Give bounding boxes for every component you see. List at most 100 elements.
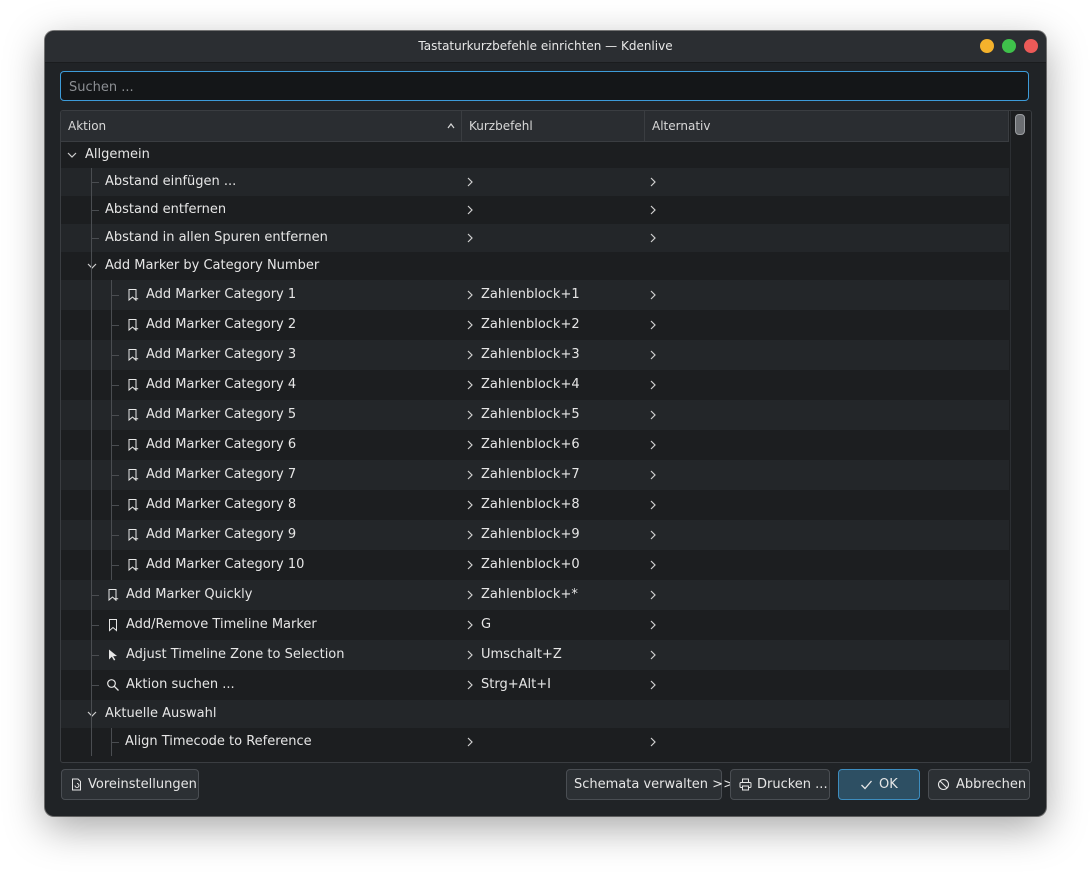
tree-row[interactable]: Add/Remove Timeline Marker G <box>61 610 1009 640</box>
alternative-chevron-icon[interactable] <box>649 620 657 630</box>
tree-row[interactable]: Abstand in allen Spuren entfernen <box>61 224 1009 252</box>
shortcut-value[interactable]: Zahlenblock+5 <box>481 400 580 430</box>
alternative-chevron-icon[interactable] <box>649 530 657 540</box>
column-header-action[interactable]: Aktion <box>61 111 462 141</box>
tree-row-label: Add Marker Category 4 <box>146 377 297 392</box>
shortcut-chevron-icon[interactable] <box>466 320 474 330</box>
bookmark-add-icon <box>128 469 139 482</box>
vertical-scrollbar[interactable] <box>1010 111 1031 762</box>
shortcut-chevron-icon[interactable] <box>466 177 474 187</box>
shortcut-value[interactable]: Zahlenblock+3 <box>481 340 580 370</box>
tree-branch-line <box>111 445 119 446</box>
column-header-alternative[interactable]: Alternativ <box>645 111 1009 141</box>
close-button[interactable] <box>1024 39 1038 53</box>
shortcut-chevron-icon[interactable] <box>466 470 474 480</box>
shortcut-value[interactable]: Zahlenblock+4 <box>481 370 580 400</box>
shortcut-value[interactable]: Zahlenblock+9 <box>481 520 580 550</box>
shortcut-chevron-icon[interactable] <box>466 233 474 243</box>
shortcut-value[interactable]: Zahlenblock+1 <box>481 280 580 310</box>
sort-ascending-icon <box>447 123 455 129</box>
title-bar: Tastaturkurzbefehle einrichten — Kdenliv… <box>45 31 1046 63</box>
tree-row[interactable]: Add Marker Category 8 Zahlenblock+8 <box>61 490 1009 520</box>
expand-chevron-icon[interactable] <box>87 261 97 271</box>
tree-row[interactable]: Abstand einfügen ... <box>61 168 1009 196</box>
tree-group-row[interactable]: Add Marker by Category Number <box>61 252 1009 280</box>
alternative-chevron-icon[interactable] <box>649 205 657 215</box>
tree-group-row[interactable]: Allgemein <box>61 142 1009 168</box>
bookmark-add-icon <box>128 499 139 512</box>
tree-row[interactable]: Add Marker Category 5 Zahlenblock+5 <box>61 400 1009 430</box>
shortcut-chevron-icon[interactable] <box>466 737 474 747</box>
tree-row[interactable]: Add Marker Category 4 Zahlenblock+4 <box>61 370 1009 400</box>
search-box[interactable] <box>60 71 1029 102</box>
print-button[interactable]: Drucken ... <box>730 769 830 800</box>
shortcut-value[interactable]: Strg+Alt+I <box>481 670 551 700</box>
shortcut-chevron-icon[interactable] <box>466 290 474 300</box>
shortcut-value[interactable]: Zahlenblock+6 <box>481 430 580 460</box>
maximize-button[interactable] <box>1002 39 1016 53</box>
shortcut-chevron-icon[interactable] <box>466 410 474 420</box>
shortcut-chevron-icon[interactable] <box>466 530 474 540</box>
tree-row[interactable]: Add Marker Category 3 Zahlenblock+3 <box>61 340 1009 370</box>
alternative-chevron-icon[interactable] <box>649 320 657 330</box>
ok-button[interactable]: OK <box>838 769 920 800</box>
minimize-button[interactable] <box>980 39 994 53</box>
shortcut-chevron-icon[interactable] <box>466 205 474 215</box>
expand-chevron-icon[interactable] <box>87 709 97 719</box>
shortcut-value[interactable]: Zahlenblock+2 <box>481 310 580 340</box>
tree-row-label: Add Marker Category 9 <box>146 527 297 542</box>
tree-row[interactable]: Add Marker Category 9 Zahlenblock+9 <box>61 520 1009 550</box>
tree-row[interactable]: Add Marker Category 10 Zahlenblock+0 <box>61 550 1009 580</box>
shortcut-value[interactable]: Umschalt+Z <box>481 640 562 670</box>
tree-row[interactable]: Adjust Timeline Zone to Selection Umschal… <box>61 640 1009 670</box>
tree-row-label: Adjust Timeline Zone to Selection <box>126 647 345 662</box>
shortcut-chevron-icon[interactable] <box>466 680 474 690</box>
manage-schemes-button[interactable]: Schemata verwalten >> <box>566 769 734 800</box>
shortcut-chevron-icon[interactable] <box>466 500 474 510</box>
tree-row[interactable]: Aktion suchen ... Strg+Alt+I <box>61 670 1009 700</box>
alternative-chevron-icon[interactable] <box>649 380 657 390</box>
tree-branch-line <box>91 550 92 580</box>
shortcut-chevron-icon[interactable] <box>466 380 474 390</box>
shortcut-value[interactable]: Zahlenblock+* <box>481 580 578 610</box>
alternative-chevron-icon[interactable] <box>649 560 657 570</box>
column-header-shortcut[interactable]: Kurzbefehl <box>462 111 645 141</box>
alternative-chevron-icon[interactable] <box>649 470 657 480</box>
tree-row[interactable]: Abstand entfernen <box>61 196 1009 224</box>
tree-row[interactable]: Add Marker Category 7 Zahlenblock+7 <box>61 460 1009 490</box>
alternative-chevron-icon[interactable] <box>649 590 657 600</box>
shortcut-chevron-icon[interactable] <box>466 590 474 600</box>
tree-group-row[interactable]: Aktuelle Auswahl <box>61 700 1009 728</box>
alternative-chevron-icon[interactable] <box>649 410 657 420</box>
alternative-chevron-icon[interactable] <box>649 737 657 747</box>
shortcut-chevron-icon[interactable] <box>466 620 474 630</box>
alternative-chevron-icon[interactable] <box>649 350 657 360</box>
alternative-chevron-icon[interactable] <box>649 500 657 510</box>
bookmark-add-icon <box>128 349 139 362</box>
alternative-chevron-icon[interactable] <box>649 440 657 450</box>
tree-row[interactable]: Add Marker Category 6 Zahlenblock+6 <box>61 430 1009 460</box>
tree-row[interactable]: Add Marker Quickly Zahlenblock+* <box>61 580 1009 610</box>
shortcut-value[interactable]: G <box>481 610 491 640</box>
cancel-button[interactable]: Abbrechen <box>928 769 1030 800</box>
alternative-chevron-icon[interactable] <box>649 680 657 690</box>
tree-row[interactable]: Add Marker Category 1 Zahlenblock+1 <box>61 280 1009 310</box>
shortcut-value[interactable]: Zahlenblock+8 <box>481 490 580 520</box>
expand-chevron-icon[interactable] <box>67 150 77 160</box>
shortcut-chevron-icon[interactable] <box>466 560 474 570</box>
shortcut-chevron-icon[interactable] <box>466 350 474 360</box>
alternative-chevron-icon[interactable] <box>649 233 657 243</box>
bookmark-add-icon <box>108 589 119 602</box>
alternative-chevron-icon[interactable] <box>649 290 657 300</box>
search-input[interactable] <box>67 72 1021 102</box>
shortcut-chevron-icon[interactable] <box>466 650 474 660</box>
tree-row[interactable]: Add Marker Category 2 Zahlenblock+2 <box>61 310 1009 340</box>
tree-row[interactable]: Align Timecode to Reference <box>61 728 1009 756</box>
alternative-chevron-icon[interactable] <box>649 177 657 187</box>
scrollbar-thumb[interactable] <box>1015 114 1025 135</box>
alternative-chevron-icon[interactable] <box>649 650 657 660</box>
shortcut-value[interactable]: Zahlenblock+7 <box>481 460 580 490</box>
shortcut-value[interactable]: Zahlenblock+0 <box>481 550 580 580</box>
defaults-button[interactable]: Voreinstellungen <box>61 769 199 800</box>
shortcut-chevron-icon[interactable] <box>466 440 474 450</box>
